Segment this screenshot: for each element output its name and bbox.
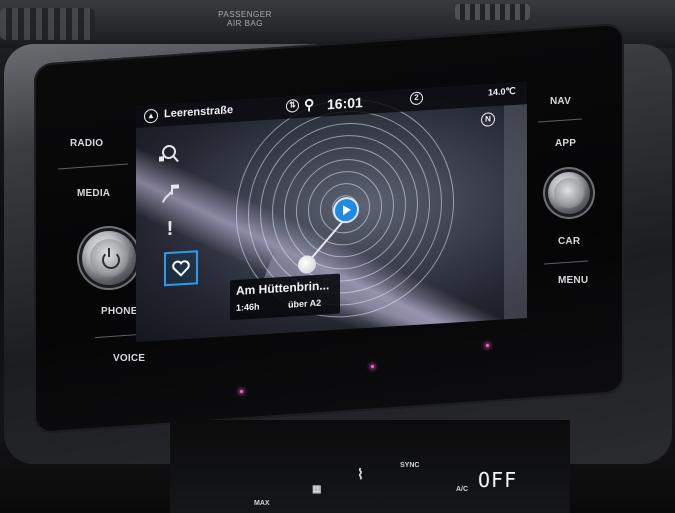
favorite-heart-icon[interactable] — [164, 250, 198, 287]
connectivity-icon: ⇅ — [286, 99, 299, 113]
sync-button[interactable]: SYNC — [400, 462, 419, 469]
navigation-screen[interactable]: ▲ Leerenstraße ⇅ ⚲ 16:01 2 14.0℃ N ! Am … — [136, 82, 527, 342]
person-icon: ⚲ — [304, 96, 315, 113]
radio-button[interactable]: RADIO — [70, 138, 103, 149]
info-exclamation-icon[interactable]: ! — [156, 217, 184, 242]
phone-button[interactable]: PHONE — [101, 306, 138, 317]
outside-temperature: 14.0℃ — [488, 85, 516, 98]
media-button[interactable]: MEDIA — [77, 188, 110, 199]
airbag-label-line2: AIR BAG — [227, 19, 263, 28]
current-street: Leerenstraße — [164, 104, 234, 121]
tuning-knob[interactable] — [548, 172, 590, 214]
power-icon — [102, 251, 120, 269]
ambient-light — [371, 365, 374, 368]
navigation-arrow-icon — [343, 205, 351, 216]
left-air-vent — [0, 8, 95, 40]
map-edge-panel — [504, 104, 527, 320]
car-dashboard-scene: PASSENGER AIR BAG RADIO MEDIA PHONE VOIC… — [0, 0, 675, 513]
power-volume-knob[interactable] — [82, 231, 136, 285]
current-position-marker[interactable] — [333, 196, 359, 224]
ac-button[interactable]: A/C — [456, 486, 468, 493]
notification-count-badge[interactable]: 2 — [410, 91, 423, 106]
route-flag-icon[interactable] — [156, 181, 184, 210]
rear-defrost-icon[interactable]: ▦ — [312, 484, 321, 495]
car-button[interactable]: CAR — [558, 236, 580, 247]
app-button[interactable]: APP — [555, 138, 576, 149]
compass-north-button[interactable]: N — [481, 112, 495, 127]
seat-heating-icon[interactable]: ⌇ — [357, 466, 364, 483]
clock-time: 16:01 — [327, 94, 363, 113]
destination-name: Am Hüttenbrin... — [236, 278, 330, 298]
ambient-light — [240, 390, 243, 393]
menu-button[interactable]: MENU — [558, 275, 588, 286]
right-air-vent — [455, 4, 530, 20]
ambient-light — [486, 344, 489, 347]
search-destination-icon[interactable] — [154, 143, 182, 172]
route-via: über A2 — [288, 297, 322, 310]
airbag-label-line1: PASSENGER — [218, 10, 272, 19]
passenger-airbag-indicator: PASSENGER AIR BAG — [200, 10, 290, 28]
max-defrost-button[interactable]: MAX — [254, 500, 270, 507]
nav-button[interactable]: NAV — [550, 96, 571, 107]
fan-speed-display: OFF — [478, 468, 518, 492]
travel-duration: 1:46h — [236, 301, 260, 313]
voice-button[interactable]: VOICE — [113, 353, 145, 364]
location-arrow-icon: ▲ — [144, 108, 158, 124]
destination-card[interactable]: Am Hüttenbrin... 1:46h über A2 — [230, 273, 340, 321]
climate-control-panel — [170, 420, 570, 513]
